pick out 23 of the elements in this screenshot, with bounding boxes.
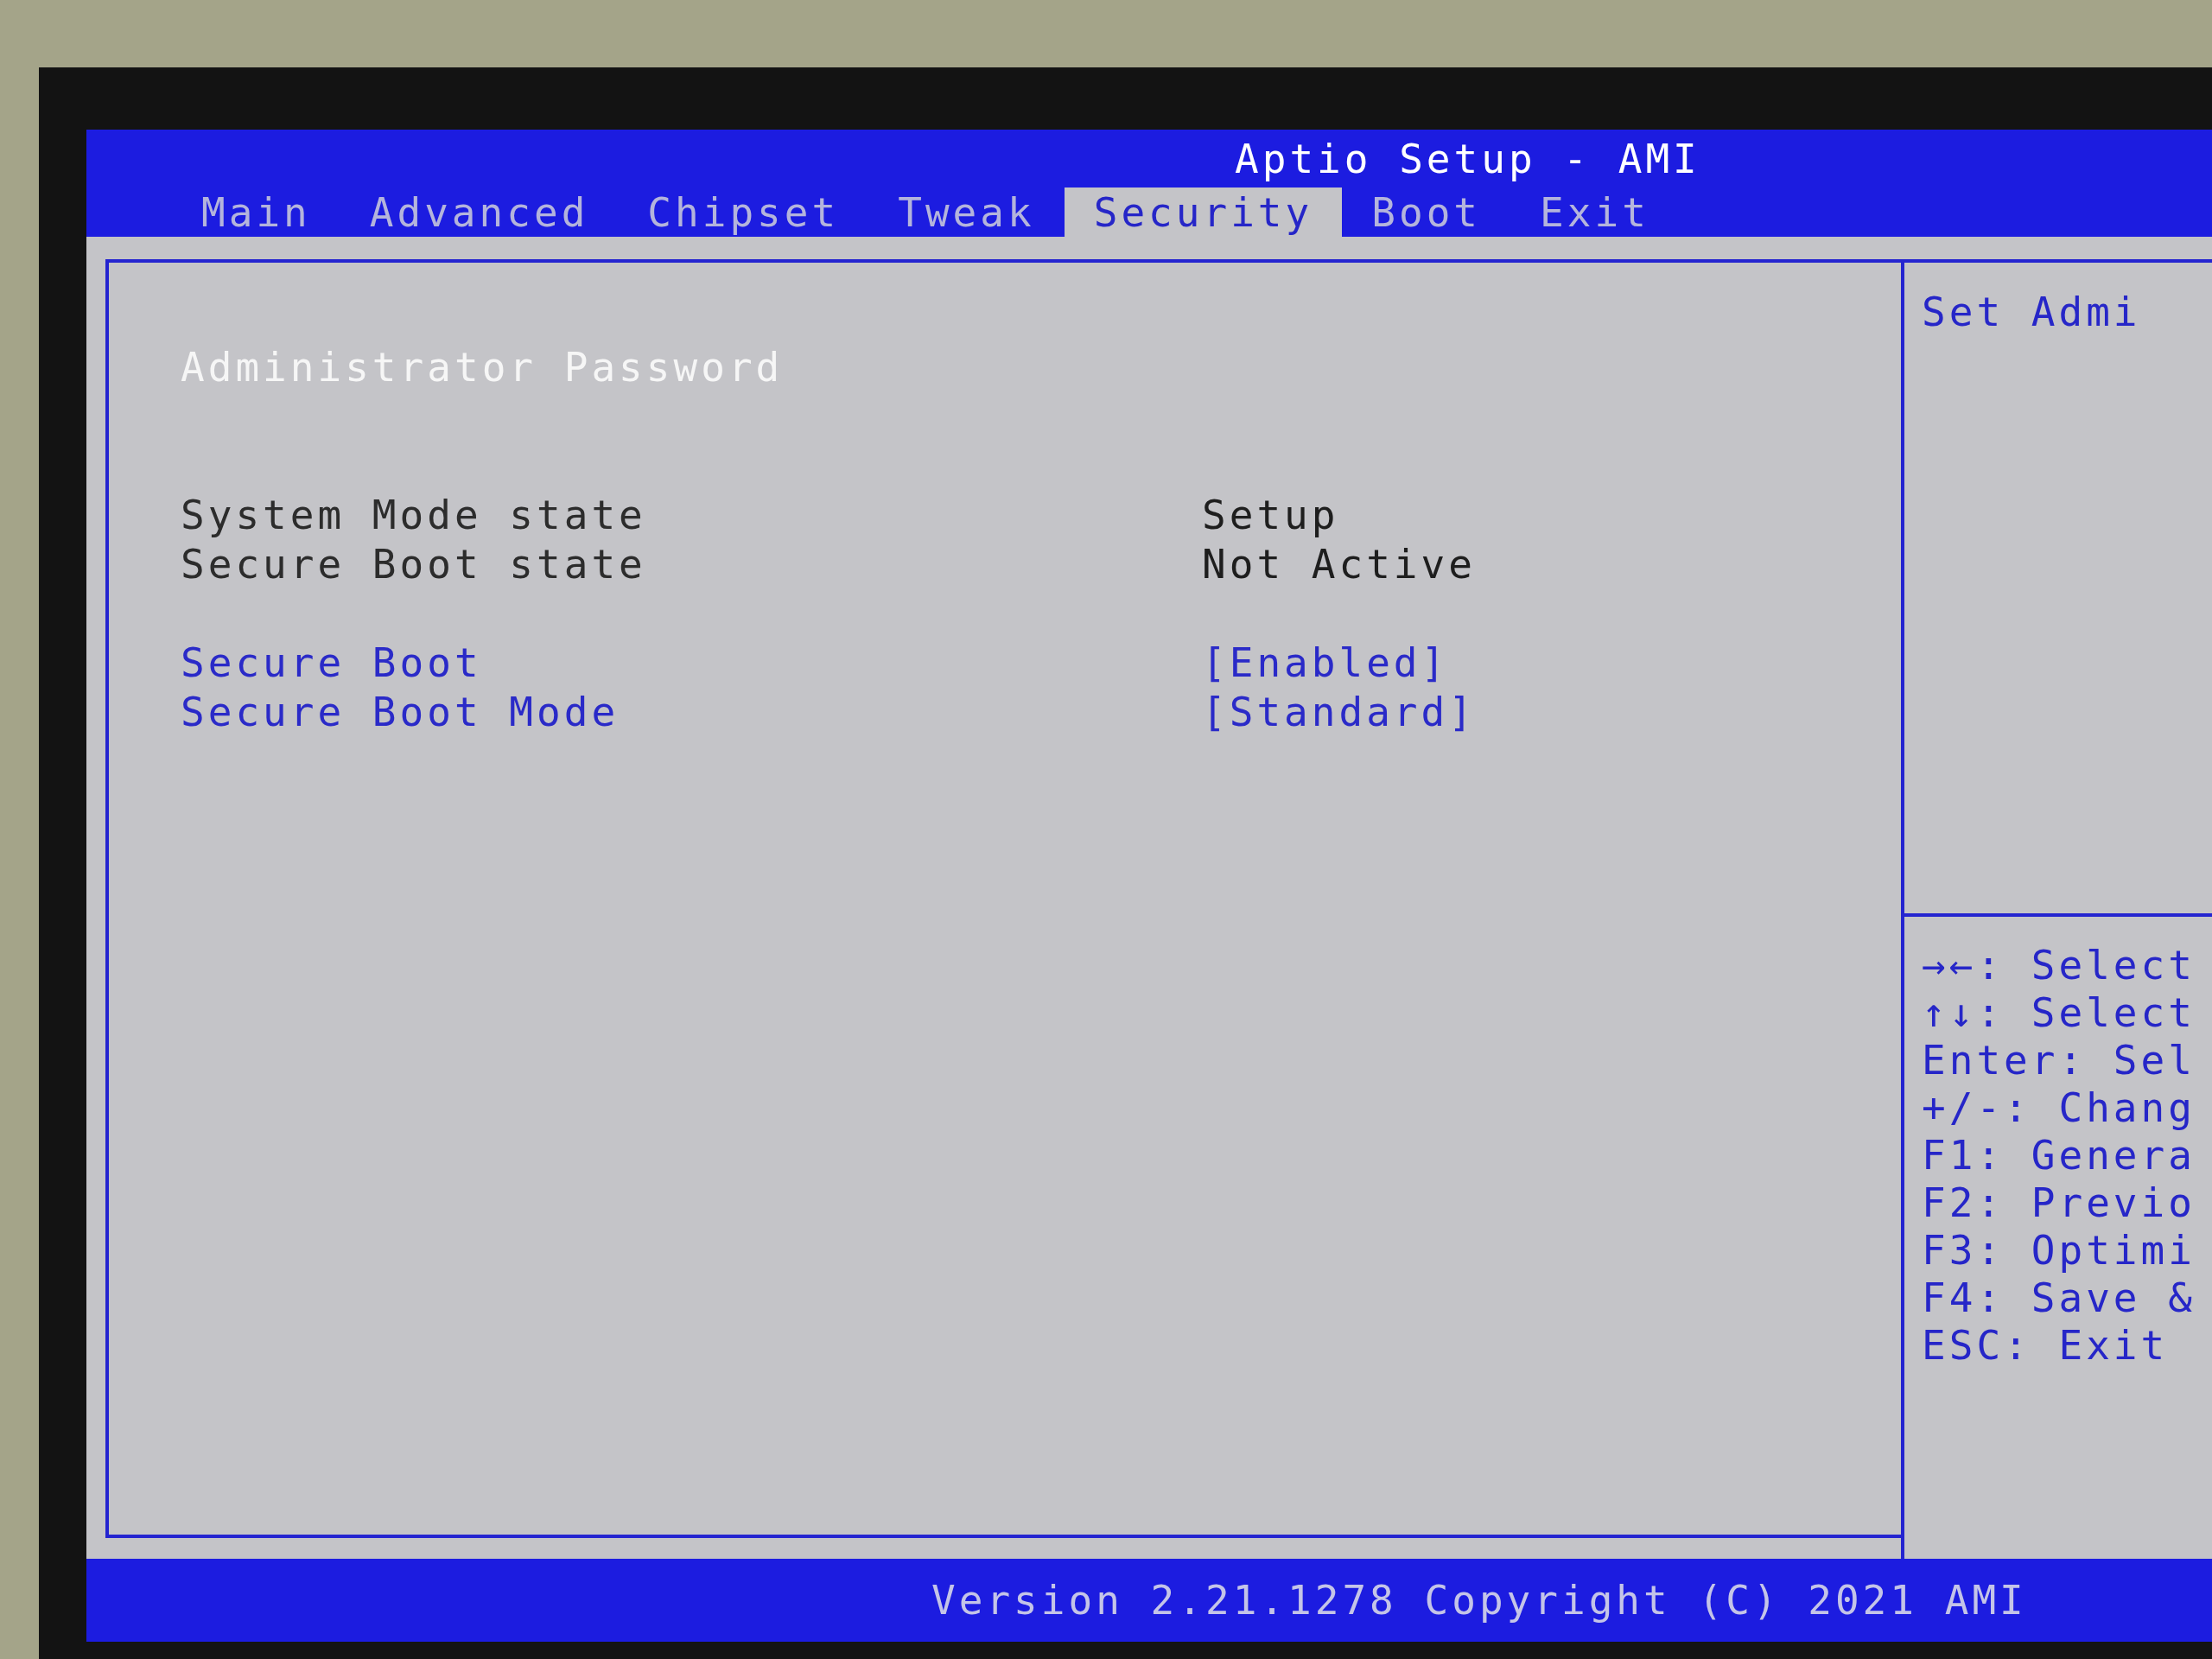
- setting-label[interactable]: Secure Boot: [181, 642, 1202, 683]
- key-help-line: F4: Save &: [1922, 1274, 2196, 1322]
- menu-tab[interactable]: Main: [172, 188, 340, 237]
- key-help-line: F3: Optimi: [1922, 1227, 2196, 1274]
- key-help-line: →←: Select: [1922, 942, 2196, 989]
- key-help-line: ESC: Exit: [1922, 1322, 2170, 1370]
- info-label: Secure Boot state: [181, 543, 647, 584]
- help-description: Set Admi: [1922, 288, 2142, 337]
- setting-label[interactable]: Secure Boot Mode: [181, 691, 1202, 732]
- key-help-line: F1: Genera: [1922, 1132, 2196, 1179]
- menu-tab[interactable]: Exit: [1510, 188, 1679, 237]
- info-value: Not Active: [1202, 543, 1476, 584]
- menu-tab[interactable]: Chipset: [618, 188, 869, 237]
- menu-tab[interactable]: Security: [1064, 188, 1343, 237]
- key-help-line: +/-: Chang: [1922, 1084, 2196, 1132]
- setting-value[interactable]: [Standard]: [1202, 691, 1476, 732]
- key-help-line: ↑↓: Select: [1922, 989, 2196, 1037]
- menu-tab[interactable]: Boot: [1342, 188, 1511, 237]
- menu-tab[interactable]: Tweak: [868, 188, 1065, 237]
- menu-tab[interactable]: Advanced: [340, 188, 619, 237]
- key-help-line: Enter: Sel: [1922, 1037, 2196, 1084]
- key-help-line: F2: Previo: [1922, 1179, 2196, 1227]
- setting-value[interactable]: [Enabled]: [1202, 642, 1449, 683]
